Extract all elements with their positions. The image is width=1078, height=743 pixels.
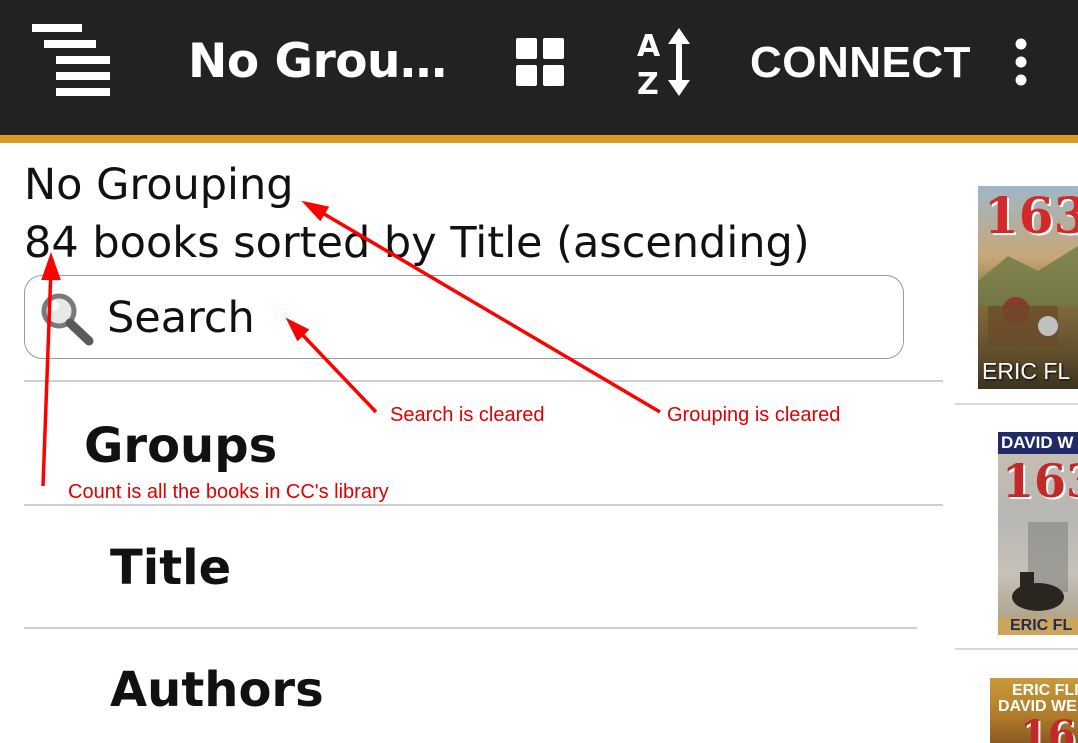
divider <box>24 504 943 506</box>
group-item-authors[interactable]: Authors <box>110 662 324 718</box>
group-item-title[interactable]: Title <box>110 540 231 596</box>
annotation-count: Count is all the books in CC's library <box>68 481 389 503</box>
divider <box>955 648 1078 650</box>
book-cover-title: 163 <box>984 186 1078 245</box>
annotation-search: Search is cleared <box>390 404 545 426</box>
book-cover-author: ERIC FL <box>982 358 1071 384</box>
divider <box>955 403 1078 405</box>
menu-icon[interactable] <box>28 22 114 104</box>
annotation-grouping: Grouping is cleared <box>667 404 841 426</box>
grouping-label: No Grouping <box>24 160 294 210</box>
groups-header: Groups <box>84 418 278 474</box>
divider <box>24 380 943 382</box>
book-cover[interactable]: ERIC FLI DAVID WE 163 <box>990 678 1078 743</box>
book-cover-author: ERIC FL <box>998 617 1078 635</box>
divider <box>24 627 917 629</box>
book-cover-title: 163 <box>1020 712 1078 743</box>
annotation-arrowhead-grouping <box>301 200 330 222</box>
book-count-label: 84 books sorted by Title (ascending) <box>24 218 810 268</box>
svg-text:Z: Z <box>637 67 659 100</box>
connect-button[interactable]: CONNECT <box>750 38 971 88</box>
grid-view-icon[interactable] <box>512 34 570 92</box>
search-input[interactable] <box>107 292 887 344</box>
overflow-menu-icon[interactable] <box>1004 38 1038 90</box>
sort-az-icon[interactable]: A Z <box>634 26 700 102</box>
app-bar-accent <box>0 135 1078 143</box>
app-bar-title[interactable]: No Grou… <box>188 34 447 89</box>
svg-text:A: A <box>637 29 661 64</box>
book-cover[interactable]: DAVID W 163 ERIC FL <box>998 432 1078 635</box>
book-cover-art <box>1012 522 1068 611</box>
book-cover[interactable]: 163 ERIC FL <box>978 186 1078 389</box>
app-bar: No Grou… A Z CONNECT <box>0 0 1078 135</box>
search-icon <box>41 293 94 346</box>
search-box[interactable] <box>24 275 904 359</box>
